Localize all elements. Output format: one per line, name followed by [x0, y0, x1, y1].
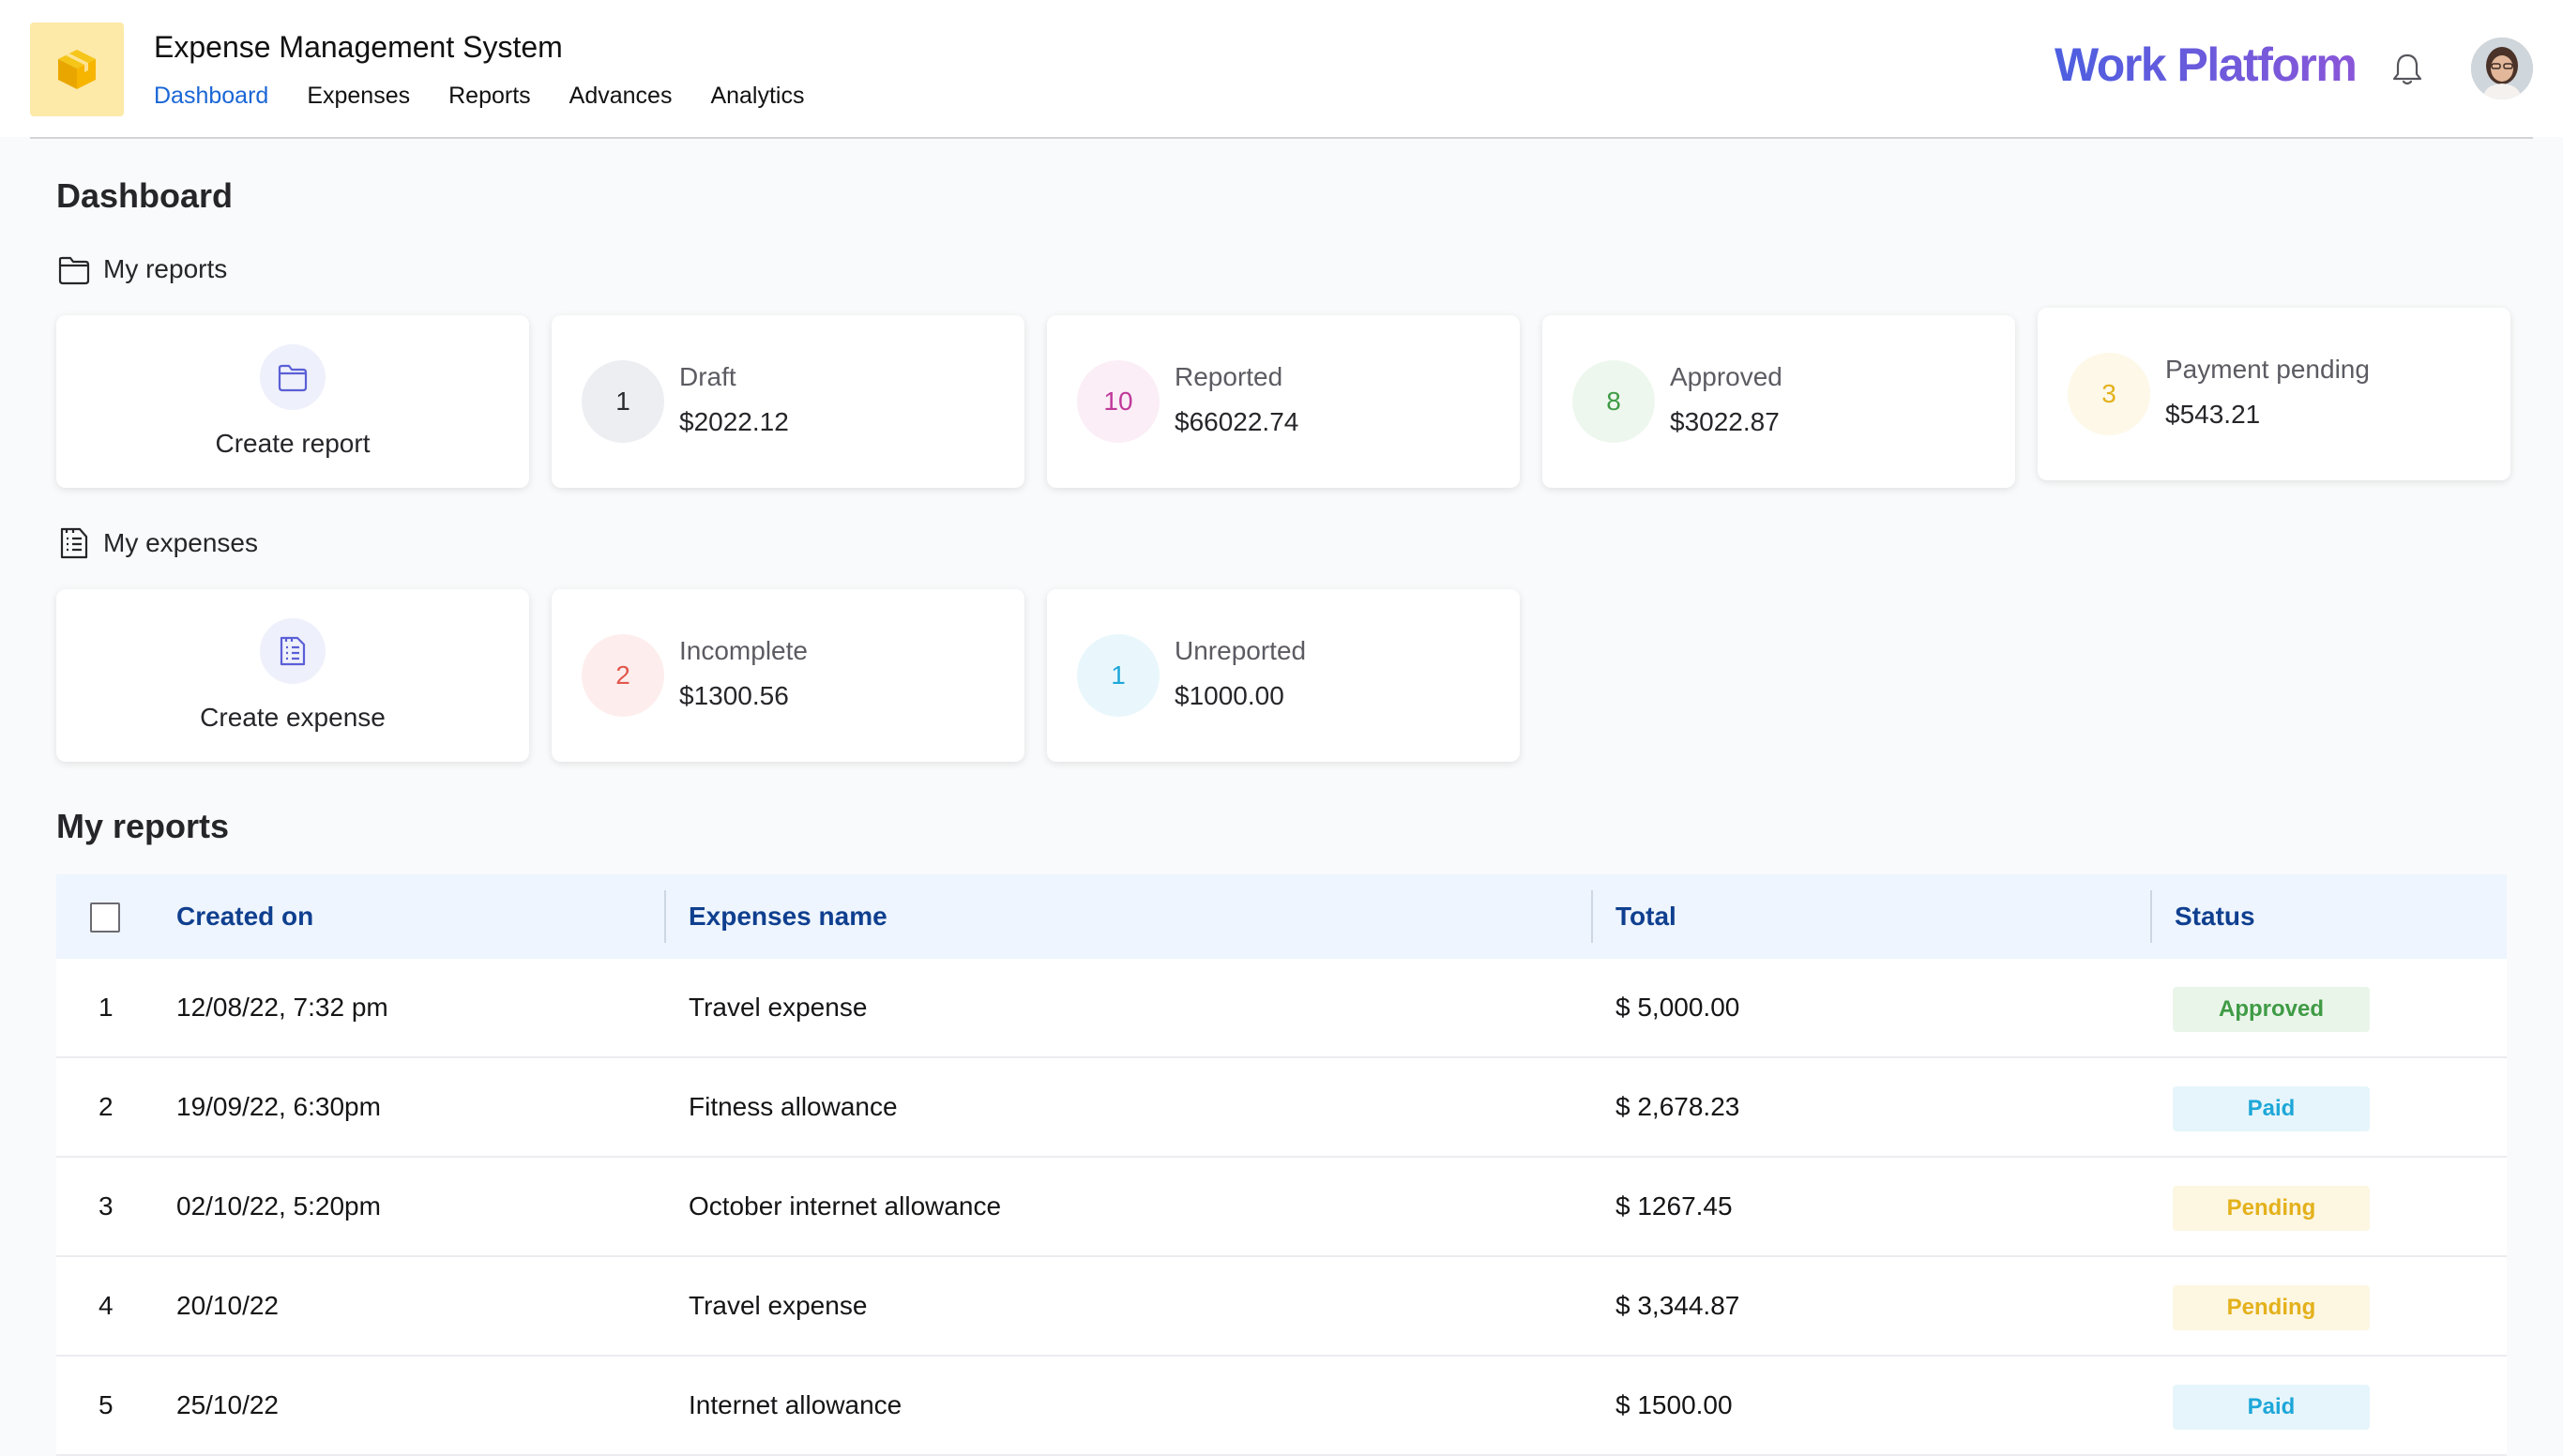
folder-icon — [278, 364, 308, 392]
create-expense-icon-wrap — [260, 618, 326, 684]
cell-created-on: 02/10/22, 5:20pm — [176, 1191, 381, 1221]
cell-expenses-name: October internet allowance — [689, 1191, 1002, 1221]
cell-created-on: 12/08/22, 7:32 pm — [176, 993, 388, 1022]
header-divider — [30, 137, 2533, 139]
column-header-created-on[interactable]: Created on — [176, 902, 313, 932]
cell-total: $ 1267.45 — [1615, 1191, 1733, 1221]
cell-total: $ 2,678.23 — [1615, 1092, 1740, 1121]
cell-created-on: 25/10/22 — [176, 1390, 279, 1419]
my-reports-section-label: My reports — [56, 251, 227, 287]
nav-reports[interactable]: Reports — [448, 83, 531, 110]
stat-card-payment-pending[interactable]: 3 Payment pending $543.21 — [2038, 308, 2510, 480]
create-report-label: Create report — [215, 429, 371, 458]
stat-amount: $2022.12 — [679, 407, 789, 436]
nav-advances[interactable]: Advances — [569, 83, 673, 110]
folder-icon — [58, 256, 90, 285]
table-header: Created on Expenses name Total Status — [56, 874, 2507, 959]
brand-logo: Work Platform — [2055, 38, 2358, 91]
create-report-icon-wrap — [260, 344, 326, 410]
table-row[interactable]: 4 20/10/22 Travel expense $ 3,344.87 Pen… — [56, 1257, 2507, 1357]
my-reports-label: My reports — [103, 254, 228, 283]
column-header-total[interactable]: Total — [1615, 902, 1676, 932]
select-all-checkbox[interactable] — [90, 902, 120, 933]
stat-amount: $66022.74 — [1175, 407, 1299, 436]
stat-label: Approved — [1670, 362, 1782, 391]
stat-card-draft[interactable]: 1 Draft $2022.12 — [552, 315, 1024, 488]
cell-expenses-name: Travel expense — [689, 993, 868, 1022]
main-nav: Dashboard Expenses Reports Advances Anal… — [154, 83, 805, 110]
cell-expenses-name: Travel expense — [689, 1291, 868, 1320]
cell-total: $ 5,000.00 — [1615, 993, 1740, 1022]
stat-count: 8 — [1572, 360, 1655, 443]
create-expense-card[interactable]: Create expense — [56, 589, 529, 762]
reports-table: Created on Expenses name Total Status 1 … — [56, 874, 2507, 1456]
app-logo[interactable] — [30, 23, 124, 116]
user-avatar[interactable] — [2471, 38, 2533, 99]
cell-total: $ 3,344.87 — [1615, 1291, 1740, 1320]
stat-label: Incomplete — [679, 636, 808, 665]
nav-dashboard[interactable]: Dashboard — [154, 83, 268, 110]
stat-card-incomplete[interactable]: 2 Incomplete $1300.56 — [552, 589, 1024, 762]
stat-card-reported[interactable]: 10 Reported $66022.74 — [1047, 315, 1520, 488]
create-expense-label: Create expense — [200, 703, 386, 732]
my-expenses-label: My expenses — [103, 528, 258, 557]
cell-created-on: 19/09/22, 6:30pm — [176, 1092, 381, 1121]
stat-count: 1 — [582, 360, 664, 443]
status-badge: Pending — [2173, 1285, 2370, 1330]
cell-expenses-name: Fitness allowance — [689, 1092, 898, 1121]
row-number: 1 — [99, 993, 114, 1022]
table-row[interactable]: 2 19/09/22, 6:30pm Fitness allowance $ 2… — [56, 1058, 2507, 1158]
page-title: Dashboard — [56, 176, 234, 215]
table-row[interactable]: 5 25/10/22 Internet allowance $ 1500.00 … — [56, 1357, 2507, 1456]
status-badge: Pending — [2173, 1186, 2370, 1231]
cell-total: $ 1500.00 — [1615, 1390, 1733, 1419]
nav-expenses[interactable]: Expenses — [307, 83, 410, 110]
stat-amount: $543.21 — [2165, 400, 2261, 429]
row-number: 3 — [99, 1191, 114, 1221]
stat-amount: $3022.87 — [1670, 407, 1780, 436]
bell-icon[interactable] — [2389, 51, 2426, 88]
receipt-icon — [280, 636, 306, 666]
reports-table-heading: My reports — [56, 807, 230, 845]
stat-count: 1 — [1077, 634, 1160, 717]
app-title: Expense Management System — [154, 30, 563, 64]
status-badge: Approved — [2173, 987, 2370, 1032]
my-expenses-section-label: My expenses — [56, 525, 258, 561]
stat-card-approved[interactable]: 8 Approved $3022.87 — [1542, 315, 2015, 488]
table-row[interactable]: 3 02/10/22, 5:20pm October internet allo… — [56, 1158, 2507, 1257]
nav-analytics[interactable]: Analytics — [710, 83, 804, 110]
create-report-card[interactable]: Create report — [56, 315, 529, 488]
column-header-status[interactable]: Status — [2175, 902, 2255, 932]
stat-amount: $1000.00 — [1175, 681, 1284, 710]
stat-label: Draft — [679, 362, 736, 391]
row-number: 5 — [99, 1390, 114, 1419]
column-header-expenses-name[interactable]: Expenses name — [689, 902, 887, 932]
row-number: 2 — [99, 1092, 114, 1121]
status-badge: Paid — [2173, 1385, 2370, 1430]
stat-card-unreported[interactable]: 1 Unreported $1000.00 — [1047, 589, 1520, 762]
stat-label: Unreported — [1175, 636, 1307, 665]
stat-label: Reported — [1175, 362, 1283, 391]
stat-count: 3 — [2068, 353, 2150, 435]
stat-amount: $1300.56 — [679, 681, 789, 710]
stat-label: Payment pending — [2165, 355, 2370, 384]
receipt-icon — [60, 527, 88, 559]
cell-expenses-name: Internet allowance — [689, 1390, 902, 1419]
app-header: Expense Management System Dashboard Expe… — [0, 0, 2563, 137]
stat-count: 2 — [582, 634, 664, 717]
package-icon — [58, 50, 96, 89]
column-divider[interactable] — [664, 890, 666, 943]
table-row[interactable]: 1 12/08/22, 7:32 pm Travel expense $ 5,0… — [56, 959, 2507, 1058]
avatar-image — [2471, 38, 2533, 99]
column-divider[interactable] — [1591, 890, 1593, 943]
status-badge: Paid — [2173, 1086, 2370, 1131]
cell-created-on: 20/10/22 — [176, 1291, 279, 1320]
stat-count: 10 — [1077, 360, 1160, 443]
row-number: 4 — [99, 1291, 114, 1320]
column-divider[interactable] — [2150, 890, 2152, 943]
